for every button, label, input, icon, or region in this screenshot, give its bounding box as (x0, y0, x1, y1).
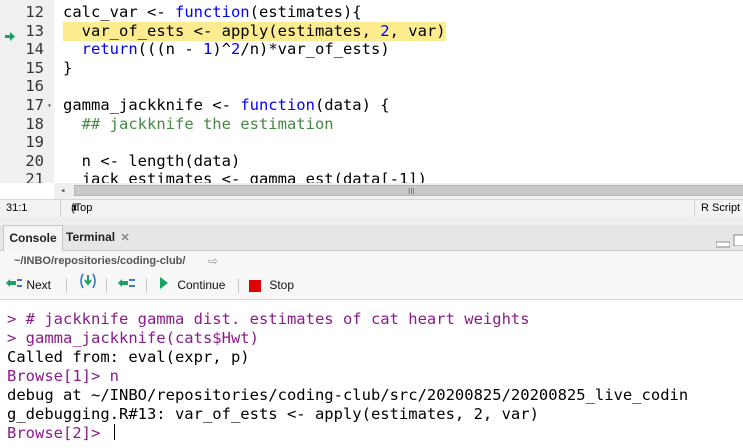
code-line[interactable]: 21 jack_estimates <- gamma_est(data[-1]) (0, 170, 743, 183)
line-number: 13 (25, 21, 44, 40)
finish-function-icon (117, 272, 137, 299)
editor-status-bar: 31:1 (Top Level) ⬍ R Script (0, 199, 743, 231)
line-number: 12 (25, 3, 44, 21)
console-line: Called from: eval(expr, p) (7, 348, 250, 367)
line-number: 21 (25, 170, 44, 183)
toolbar-separator (146, 278, 147, 293)
code-line[interactable]: 12 calc_var <- function(estimates){ (0, 3, 743, 22)
close-icon[interactable]: ✕ (120, 232, 129, 244)
code-text: return(((n - 1)^2/n)*var_of_ests) (81, 40, 390, 59)
editor-horizontal-scrollbar[interactable]: ◂ III (54, 183, 743, 199)
status-divider (694, 200, 695, 217)
console-text: debug at ~/INBO/repositories/coding-club… (7, 386, 689, 404)
code-line[interactable]: 15} (0, 59, 743, 78)
updown-icon: ⬍ (71, 203, 79, 213)
fold-toggle-icon[interactable]: ▾ (47, 96, 52, 115)
toolbar-separator (238, 278, 239, 293)
finish-function-button[interactable] (117, 272, 137, 299)
scrollbar-thumb[interactable]: III (74, 185, 743, 196)
code-line[interactable]: 19 (0, 133, 743, 152)
code-text: var_of_ests <- apply(estimates, 2, var) (63, 21, 446, 41)
line-number: 15 (25, 58, 44, 77)
maximize-icon[interactable] (733, 233, 743, 251)
debug-toolbar: Next Continue Stop (0, 272, 743, 300)
next-label: Next (26, 278, 52, 292)
tab-terminal[interactable]: Terminal ✕ (66, 225, 130, 250)
console-line: debug at ~/INBO/repositories/coding-club… (7, 386, 688, 405)
next-icon (5, 272, 23, 299)
console-text: g_debugging.R#13: var_of_ests <- apply(e… (7, 405, 539, 423)
text-cursor (113, 424, 115, 440)
working-directory-bar: ~/INBO/repositories/coding-club/ ⇨ (0, 251, 743, 272)
continue-button[interactable]: Continue (159, 272, 225, 299)
console-line: g_debugging.R#13: var_of_ests <- apply(e… (7, 405, 539, 424)
cursor-position: 31:1 (6, 202, 28, 214)
code-text: ## jackknife the estimation (63, 114, 334, 133)
tab-console-label: Console (9, 231, 57, 245)
file-type[interactable]: R Script (701, 200, 740, 217)
tab-terminal-label: Terminal (66, 230, 116, 244)
code-text: gamma_jackknife <- function(data) { (63, 96, 390, 114)
code-text: n <- length(data) (63, 151, 241, 170)
stop-button[interactable]: Stop (249, 272, 294, 299)
code-line[interactable]: 20 n <- length(data) (0, 152, 743, 171)
console-line: > gamma_jackknife(cats$Hwt) (7, 329, 259, 348)
code-line[interactable]: 13 var_of_ests <- apply(estimates, 2, va… (0, 21, 743, 41)
console-tab-bar: Console Terminal ✕ (0, 225, 743, 251)
code-text: } (63, 58, 73, 77)
step-into-button[interactable] (78, 272, 98, 299)
console-line: > # jackknife gamma dist. estimates of c… (7, 310, 530, 329)
console-text: Called from: eval(expr, p) (7, 348, 250, 366)
step-into-icon (78, 272, 98, 299)
line-number: 18 (25, 114, 44, 133)
console-text: > # jackknife gamma dist. estimates of c… (7, 310, 530, 328)
console-text: > gamma_jackknife(cats$Hwt) (7, 329, 259, 347)
toolbar-separator (106, 278, 107, 293)
code-line[interactable]: 18 ## jackknife the estimation (0, 115, 743, 134)
continue-label: Continue (177, 278, 226, 292)
console-text: Browse[2]> (7, 424, 110, 442)
pane-splitter[interactable] (0, 217, 743, 225)
code-text: jack_estimates <- gamma_est(data[-1]) (63, 170, 427, 183)
working-directory-path: ~/INBO/repositories/coding-club/ (14, 255, 186, 267)
code-line[interactable]: 16 (0, 77, 743, 96)
console-line: Browse[1]> n (7, 367, 119, 386)
line-number: 16 (25, 77, 44, 96)
stop-icon (249, 279, 261, 292)
source-editor[interactable]: 12 calc_var <- function(estimates){13 var… (0, 0, 743, 183)
play-icon (159, 272, 169, 299)
console-output[interactable]: > # jackknife gamma dist. estimates of c… (0, 300, 743, 448)
line-number: 20 (25, 151, 44, 170)
code-line[interactable]: 17 ▾ gamma_jackknife <- function(data) { (0, 96, 743, 115)
scrollbar-grip: III (408, 187, 415, 196)
stop-label: Stop (269, 278, 295, 292)
line-number: 19 (25, 133, 44, 152)
scroll-left-icon[interactable]: ◂ (60, 186, 65, 196)
toolbar-separator (66, 278, 67, 293)
line-number: 17 (25, 96, 44, 114)
next-button[interactable]: Next (5, 272, 51, 299)
code-line[interactable]: 14 return(((n - 1)^2/n)*var_of_ests) (0, 40, 743, 59)
code-text: calc_var <- function(estimates){ (63, 3, 362, 21)
console-prompt-line[interactable]: Browse[2]> (7, 424, 115, 443)
tab-console[interactable]: Console (3, 225, 63, 251)
status-divider (60, 200, 61, 217)
console-text: Browse[1]> n (7, 367, 119, 385)
go-to-directory-icon[interactable]: ⇨ (208, 251, 218, 272)
line-number: 14 (25, 40, 44, 59)
